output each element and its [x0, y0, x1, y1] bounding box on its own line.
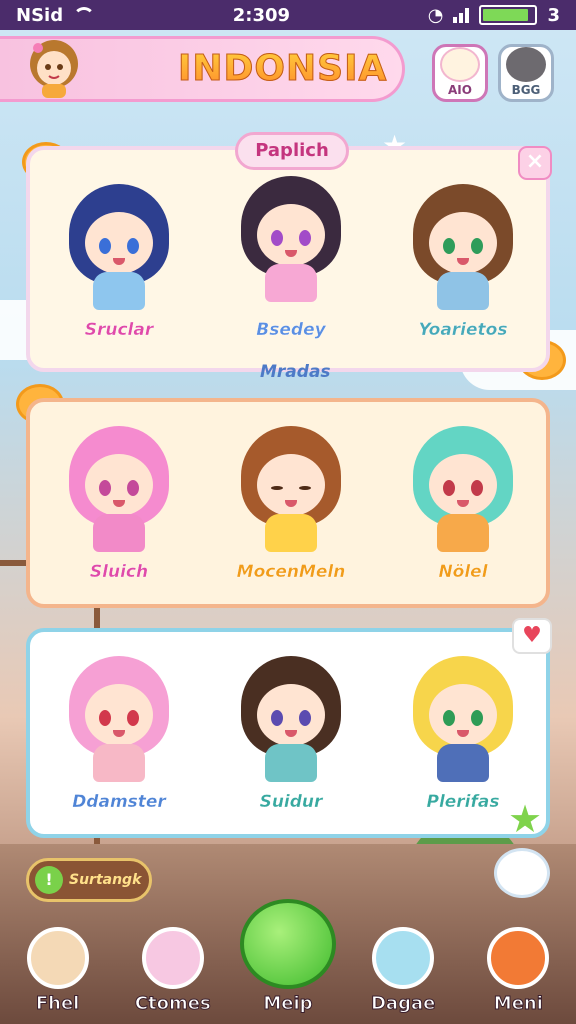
green-chat-bubble-icon [239, 899, 336, 989]
player-avatar[interactable] [22, 36, 86, 100]
character-name: Ddamster [72, 792, 166, 812]
close-button[interactable]: × [518, 146, 552, 180]
character-name: Sruclar [84, 320, 154, 340]
battery-icon [479, 5, 538, 25]
character-name: Bsedey [256, 320, 326, 340]
character-panel-2: Sluich MocenMeln Nölel [26, 398, 550, 608]
character-card[interactable]: MocenMeln [216, 426, 366, 582]
character-portrait [231, 176, 351, 314]
character-name: Sluich [89, 562, 149, 582]
clock: 2:309 [232, 4, 291, 26]
food-bowl-icon [487, 927, 550, 989]
nav-item-meni[interactable]: Meni [468, 927, 568, 1015]
nav-item-fhel[interactable]: Fhel [8, 927, 108, 1015]
signal-icon [453, 7, 470, 23]
profile-button-aio[interactable]: AIO [432, 44, 488, 102]
character-portrait [403, 184, 523, 314]
header: INDONSIA AIO BGG [0, 32, 576, 108]
survey-button[interactable]: ! Surtangk [26, 858, 152, 902]
cat-avatar-icon [506, 47, 546, 82]
character-portrait [403, 426, 523, 556]
character-name: Nölel [438, 562, 488, 582]
star-icon: ★ [508, 797, 543, 841]
character-card[interactable]: Suidur [216, 656, 366, 812]
nav-item-dagae[interactable]: Dagae [353, 927, 453, 1015]
character-portrait [59, 184, 179, 314]
character-card[interactable]: Bsedey [216, 176, 366, 340]
profile-button-bgg[interactable]: BGG [498, 44, 554, 102]
bottom-navigation: Fhel Ctomes Meip Dagae Meni [0, 899, 576, 1024]
character-card[interactable]: Sluich [44, 426, 194, 582]
heart-card-icon: ♥ [512, 618, 552, 654]
cat-avatar-icon [440, 47, 480, 82]
status-bar: NSid 2:309 ◔ 3 [0, 0, 576, 30]
nav-item-ctomes[interactable]: Ctomes [123, 927, 223, 1015]
character-name: Suidur [259, 792, 323, 812]
smiley-face-icon [26, 927, 89, 989]
character-card[interactable]: Nölel [388, 426, 538, 582]
character-card[interactable]: Ddamster [44, 656, 194, 812]
panel-tag[interactable]: Paplich [235, 132, 349, 170]
carrier-label: NSid [16, 4, 64, 26]
nav-item-meip[interactable]: Meip [238, 899, 338, 1015]
character-portrait-icon [141, 927, 204, 989]
app-title: INDONSIA [177, 48, 388, 90]
panel-subtitle: Mradas [260, 362, 331, 382]
character-card[interactable]: Yoarietos [388, 184, 538, 340]
character-portrait [59, 426, 179, 556]
chat-bubble-icon[interactable] [494, 848, 550, 898]
character-name: Plerifas [426, 792, 500, 812]
character-portrait-icon [372, 927, 435, 989]
exclamation-icon: ! [35, 866, 63, 894]
character-name: MocenMeln [236, 562, 346, 582]
character-card[interactable]: Sruclar [44, 184, 194, 340]
wifi-icon [73, 7, 96, 23]
character-panel-1: Paplich × Sruclar Bsedey Yoarietos Mrada… [26, 132, 552, 382]
character-name: Yoarietos [418, 320, 508, 340]
character-portrait [231, 426, 351, 556]
character-portrait [403, 656, 523, 786]
alarm-icon: ◔ [427, 4, 444, 26]
character-panel-3: Ddamster Suidur Plerifas [26, 628, 550, 838]
survey-label: Surtangk [69, 872, 142, 888]
character-portrait [59, 656, 179, 786]
character-card[interactable]: Plerifas [388, 656, 538, 812]
character-portrait [231, 656, 351, 786]
battery-suffix: 3 [547, 4, 560, 26]
